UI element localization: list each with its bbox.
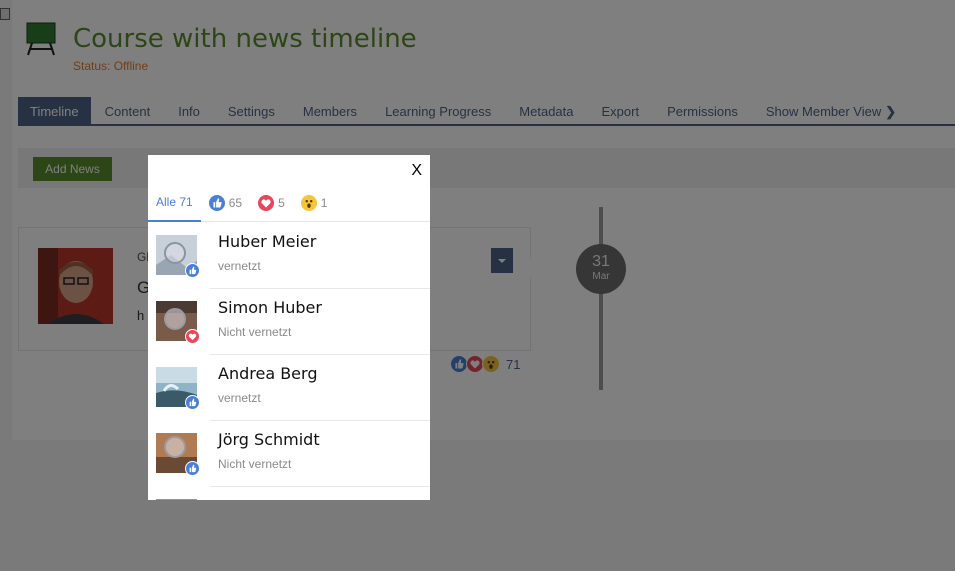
person-avatar <box>156 499 197 500</box>
like-icon <box>185 461 200 476</box>
like-icon <box>185 395 200 410</box>
list-item[interactable]: Jörg Schmidt Nicht vernetzt <box>148 421 430 487</box>
person-name[interactable]: Simon Huber <box>218 298 322 317</box>
list-item[interactable]: Huber Meier vernetzt <box>148 223 430 289</box>
connection-status: Nicht vernetzt <box>218 325 292 339</box>
person-name[interactable]: Huber Meier <box>218 232 316 251</box>
list-item[interactable] <box>148 487 430 500</box>
filter-like-count: 65 <box>228 196 243 210</box>
modal-backdrop[interactable] <box>0 0 955 571</box>
close-button[interactable]: X <box>411 161 422 181</box>
filter-all-label: Alle 71 <box>156 195 193 209</box>
filter-tab-wow[interactable]: 1 <box>293 185 336 222</box>
filter-wow-count: 1 <box>320 196 328 210</box>
filter-tab-like[interactable]: 65 <box>201 185 250 222</box>
list-item[interactable]: Andrea Berg vernetzt <box>148 355 430 421</box>
filter-tab-love[interactable]: 5 <box>250 185 293 222</box>
love-icon <box>185 329 200 344</box>
like-icon <box>208 195 225 211</box>
wow-icon <box>300 195 317 211</box>
reactions-list: Huber Meier vernetzt Simon Huber Nicht v… <box>148 223 430 500</box>
reactions-modal: X Alle 71 65 5 1 Huber Meier vernetzt Si… <box>148 155 430 500</box>
like-icon <box>185 263 200 278</box>
connection-status: Nicht vernetzt <box>218 457 292 471</box>
reaction-filter-tabs: Alle 71 65 5 1 <box>148 185 430 222</box>
love-icon <box>258 195 275 211</box>
person-name[interactable]: Jörg Schmidt <box>218 430 320 449</box>
connection-status: vernetzt <box>218 391 261 405</box>
list-item[interactable]: Simon Huber Nicht vernetzt <box>148 289 430 355</box>
filter-love-count: 5 <box>278 196 285 210</box>
connection-status: vernetzt <box>218 259 261 273</box>
person-name[interactable]: Andrea Berg <box>218 364 317 383</box>
filter-tab-all[interactable]: Alle 71 <box>148 185 201 222</box>
